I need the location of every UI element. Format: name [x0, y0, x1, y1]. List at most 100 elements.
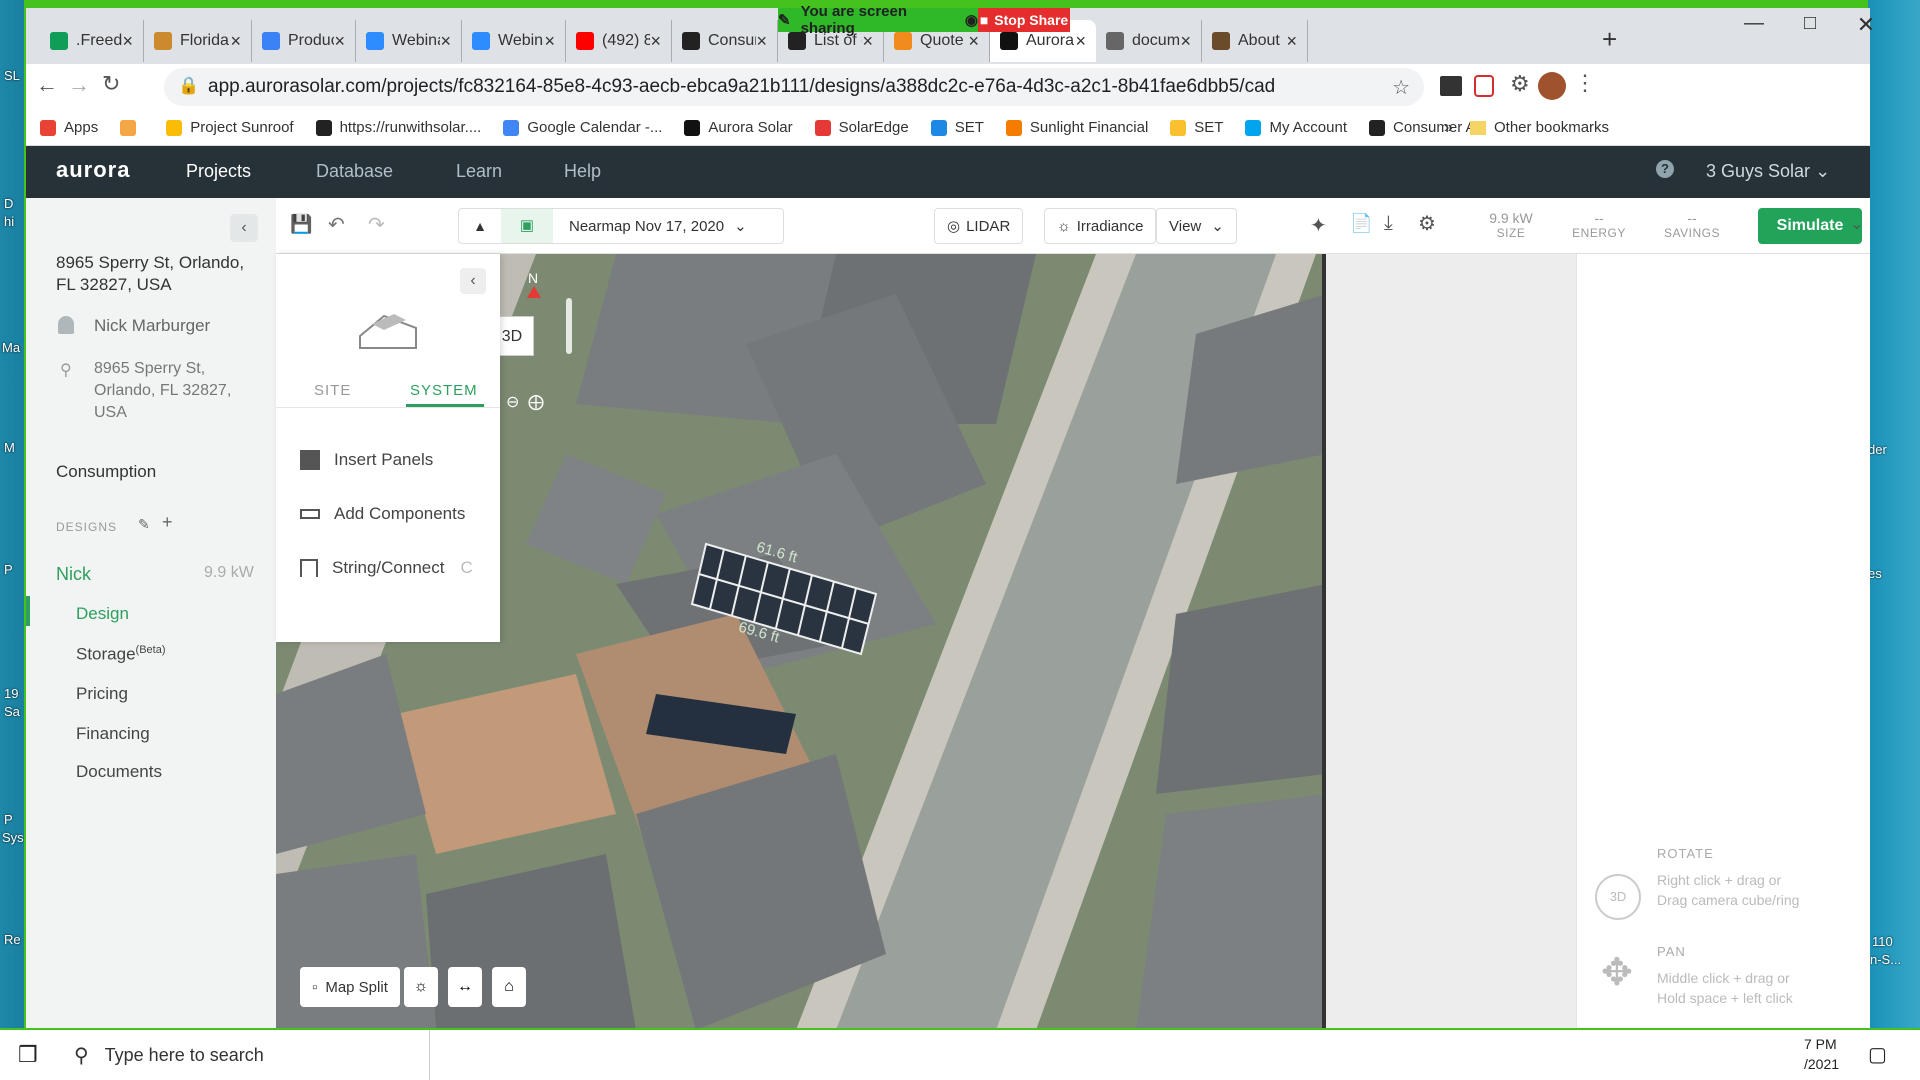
stop-share-button[interactable]: ■ Stop Share [978, 8, 1070, 32]
menu-financing[interactable]: Financing [76, 724, 150, 744]
bookmark-item[interactable]: https://runwithsolar.... [315, 119, 481, 136]
menu-storage[interactable]: Storage(Beta) [76, 644, 166, 665]
simulate-button[interactable]: Simulate [1758, 208, 1862, 244]
lidar-button[interactable]: ◎ LIDAR [934, 208, 1024, 244]
browser-tab[interactable]: Produc × [252, 20, 356, 62]
simulate-options-chevron-icon[interactable]: ⌄ [1850, 214, 1863, 234]
nav-help[interactable]: Help [564, 161, 601, 182]
close-window-button[interactable]: ✕ [1838, 12, 1894, 42]
satellite-map-icon[interactable]: ▣ [501, 209, 553, 243]
bookmark-item[interactable]: Aurora Solar [684, 119, 793, 136]
bookmark-item[interactable]: Consumer AI [1369, 119, 1480, 136]
save-icon[interactable]: 💾 [290, 214, 312, 235]
other-bookmarks[interactable]: Other bookmarks [1470, 119, 1609, 136]
star-icon[interactable]: ☆ [1392, 75, 1410, 100]
taskbar-search[interactable]: ⚲ Type here to search [60, 1030, 430, 1080]
tab-close-icon[interactable]: × [756, 31, 767, 52]
tab-close-icon[interactable]: × [230, 31, 241, 52]
shade-tool-icon[interactable]: ☼ [404, 967, 438, 1007]
menu-documents[interactable]: Documents [76, 762, 162, 782]
bookmark-item[interactable] [120, 119, 144, 136]
consumption-link[interactable]: Consumption [56, 462, 156, 482]
windows-start-icon[interactable]: ❒ [18, 1042, 38, 1068]
zoom-slider[interactable] [566, 298, 572, 354]
add-design-icon[interactable]: + [162, 512, 173, 533]
puzzle-icon[interactable]: ⚙ [1510, 71, 1530, 97]
bookmark-item[interactable]: Google Calendar -... [503, 119, 662, 136]
bookmark-item[interactable]: Sunlight Financial [1005, 119, 1148, 136]
extension-news-icon[interactable] [1440, 76, 1462, 96]
browser-tab[interactable]: Webina× [462, 20, 566, 62]
browser-tab[interactable]: Consum× [672, 20, 778, 62]
tab-close-icon[interactable]: × [650, 31, 661, 52]
nav-database[interactable]: Database [316, 161, 393, 182]
tab-close-icon[interactable]: × [1075, 31, 1086, 52]
extension-pocket-icon[interactable] [1474, 75, 1494, 97]
string-connect-item[interactable]: String/Connect C [300, 558, 473, 578]
menu-design[interactable]: Design [76, 604, 129, 624]
undo-icon[interactable]: ↶ [328, 212, 345, 237]
browser-tab[interactable]: docum × [1096, 20, 1202, 62]
chevron-more-icon[interactable]: » [1444, 119, 1453, 137]
zoom-out-icon[interactable]: ⊖ [506, 392, 519, 412]
irradiance-button[interactable]: ☼ Irradiance [1044, 208, 1157, 244]
bookmark-item[interactable]: SET [1170, 119, 1223, 136]
collapse-sidebar-button[interactable]: ‹ [230, 214, 258, 242]
settings-gear-icon[interactable]: ⚙ [1418, 211, 1436, 236]
view-dropdown[interactable]: View ⌄ [1156, 208, 1237, 244]
browser-tab[interactable]: Florida × [144, 20, 252, 62]
bookmark-item[interactable]: My Account [1245, 119, 1347, 136]
nav-projects[interactable]: Projects [186, 161, 251, 182]
browser-tab[interactable]: About × [1202, 20, 1308, 62]
profile-avatar[interactable] [1538, 72, 1566, 100]
bookmark-item[interactable]: SolarEdge [814, 119, 909, 136]
reload-icon[interactable]: ↻ [102, 71, 120, 97]
collapse-panel-button[interactable]: ‹ [460, 268, 486, 294]
browser-tab[interactable]: .Freedo× [40, 20, 144, 62]
download-icon[interactable]: ⤓ [1384, 212, 1393, 235]
clock[interactable]: 7 PM/2021 [1804, 1034, 1839, 1074]
forward-icon[interactable]: → [68, 72, 90, 98]
nav-learn[interactable]: Learn [456, 161, 502, 182]
tab-system[interactable]: SYSTEM [410, 382, 478, 399]
structure-tool-icon[interactable]: ⌂ [492, 967, 526, 1007]
measure-tool-icon[interactable]: ↔ [448, 967, 482, 1007]
report-icon[interactable]: 📄 [1350, 213, 1372, 234]
browser-tab[interactable]: Webina× [356, 20, 462, 62]
bookmark-item[interactable]: Apps [40, 119, 98, 136]
magic-wand-icon[interactable]: ✦ [1310, 213, 1327, 238]
redo-icon[interactable]: ↷ [368, 212, 385, 237]
new-tab-button[interactable]: + [1602, 24, 1617, 55]
aurora-logo[interactable]: aurora [56, 157, 130, 183]
back-icon[interactable]: ← [36, 72, 58, 98]
bookmark-item[interactable]: SET [930, 119, 984, 136]
kebab-menu-icon[interactable]: ⋮ [1574, 70, 1596, 96]
url-field[interactable]: 🔒 app.aurorasolar.com/projects/fc832164-… [164, 68, 1424, 106]
mountain-icon[interactable]: ▲ [459, 218, 501, 234]
design-name[interactable]: Nick [56, 564, 91, 585]
tab-close-icon[interactable]: × [440, 31, 451, 52]
maximize-button[interactable]: □ [1782, 12, 1838, 42]
tab-close-icon[interactable]: × [122, 31, 133, 52]
add-components-item[interactable]: Add Components [300, 504, 465, 524]
browser-tab[interactable]: (492) 8 × [566, 20, 672, 62]
tab-close-icon[interactable]: × [1180, 31, 1191, 52]
tab-close-icon[interactable]: × [1286, 31, 1297, 52]
map-split-button[interactable]: ▫ Map Split [300, 967, 400, 1007]
pan-control-icon[interactable]: ⨁ [528, 392, 544, 412]
minimize-button[interactable]: — [1726, 12, 1782, 42]
tab-close-icon[interactable]: × [968, 31, 979, 52]
notification-icon[interactable]: ▢ [1868, 1042, 1887, 1067]
tab-close-icon[interactable]: × [544, 31, 555, 52]
insert-panels-item[interactable]: Insert Panels [300, 450, 433, 470]
design-size: 9.9 kW [204, 564, 254, 581]
account-menu[interactable]: 3 Guys Solar ⌄ [1706, 161, 1830, 182]
edit-pencil-icon[interactable]: ✎ [138, 516, 150, 533]
menu-pricing[interactable]: Pricing [76, 684, 128, 704]
imagery-selector[interactable]: ▲ ▣ Nearmap Nov 17, 2020 ⌄ [458, 208, 784, 244]
help-icon[interactable]: ? [1656, 160, 1674, 178]
tab-close-icon[interactable]: × [334, 31, 345, 52]
map-divider [1322, 254, 1326, 1030]
bookmark-item[interactable]: Project Sunroof [166, 119, 294, 136]
tab-site[interactable]: SITE [314, 382, 351, 399]
